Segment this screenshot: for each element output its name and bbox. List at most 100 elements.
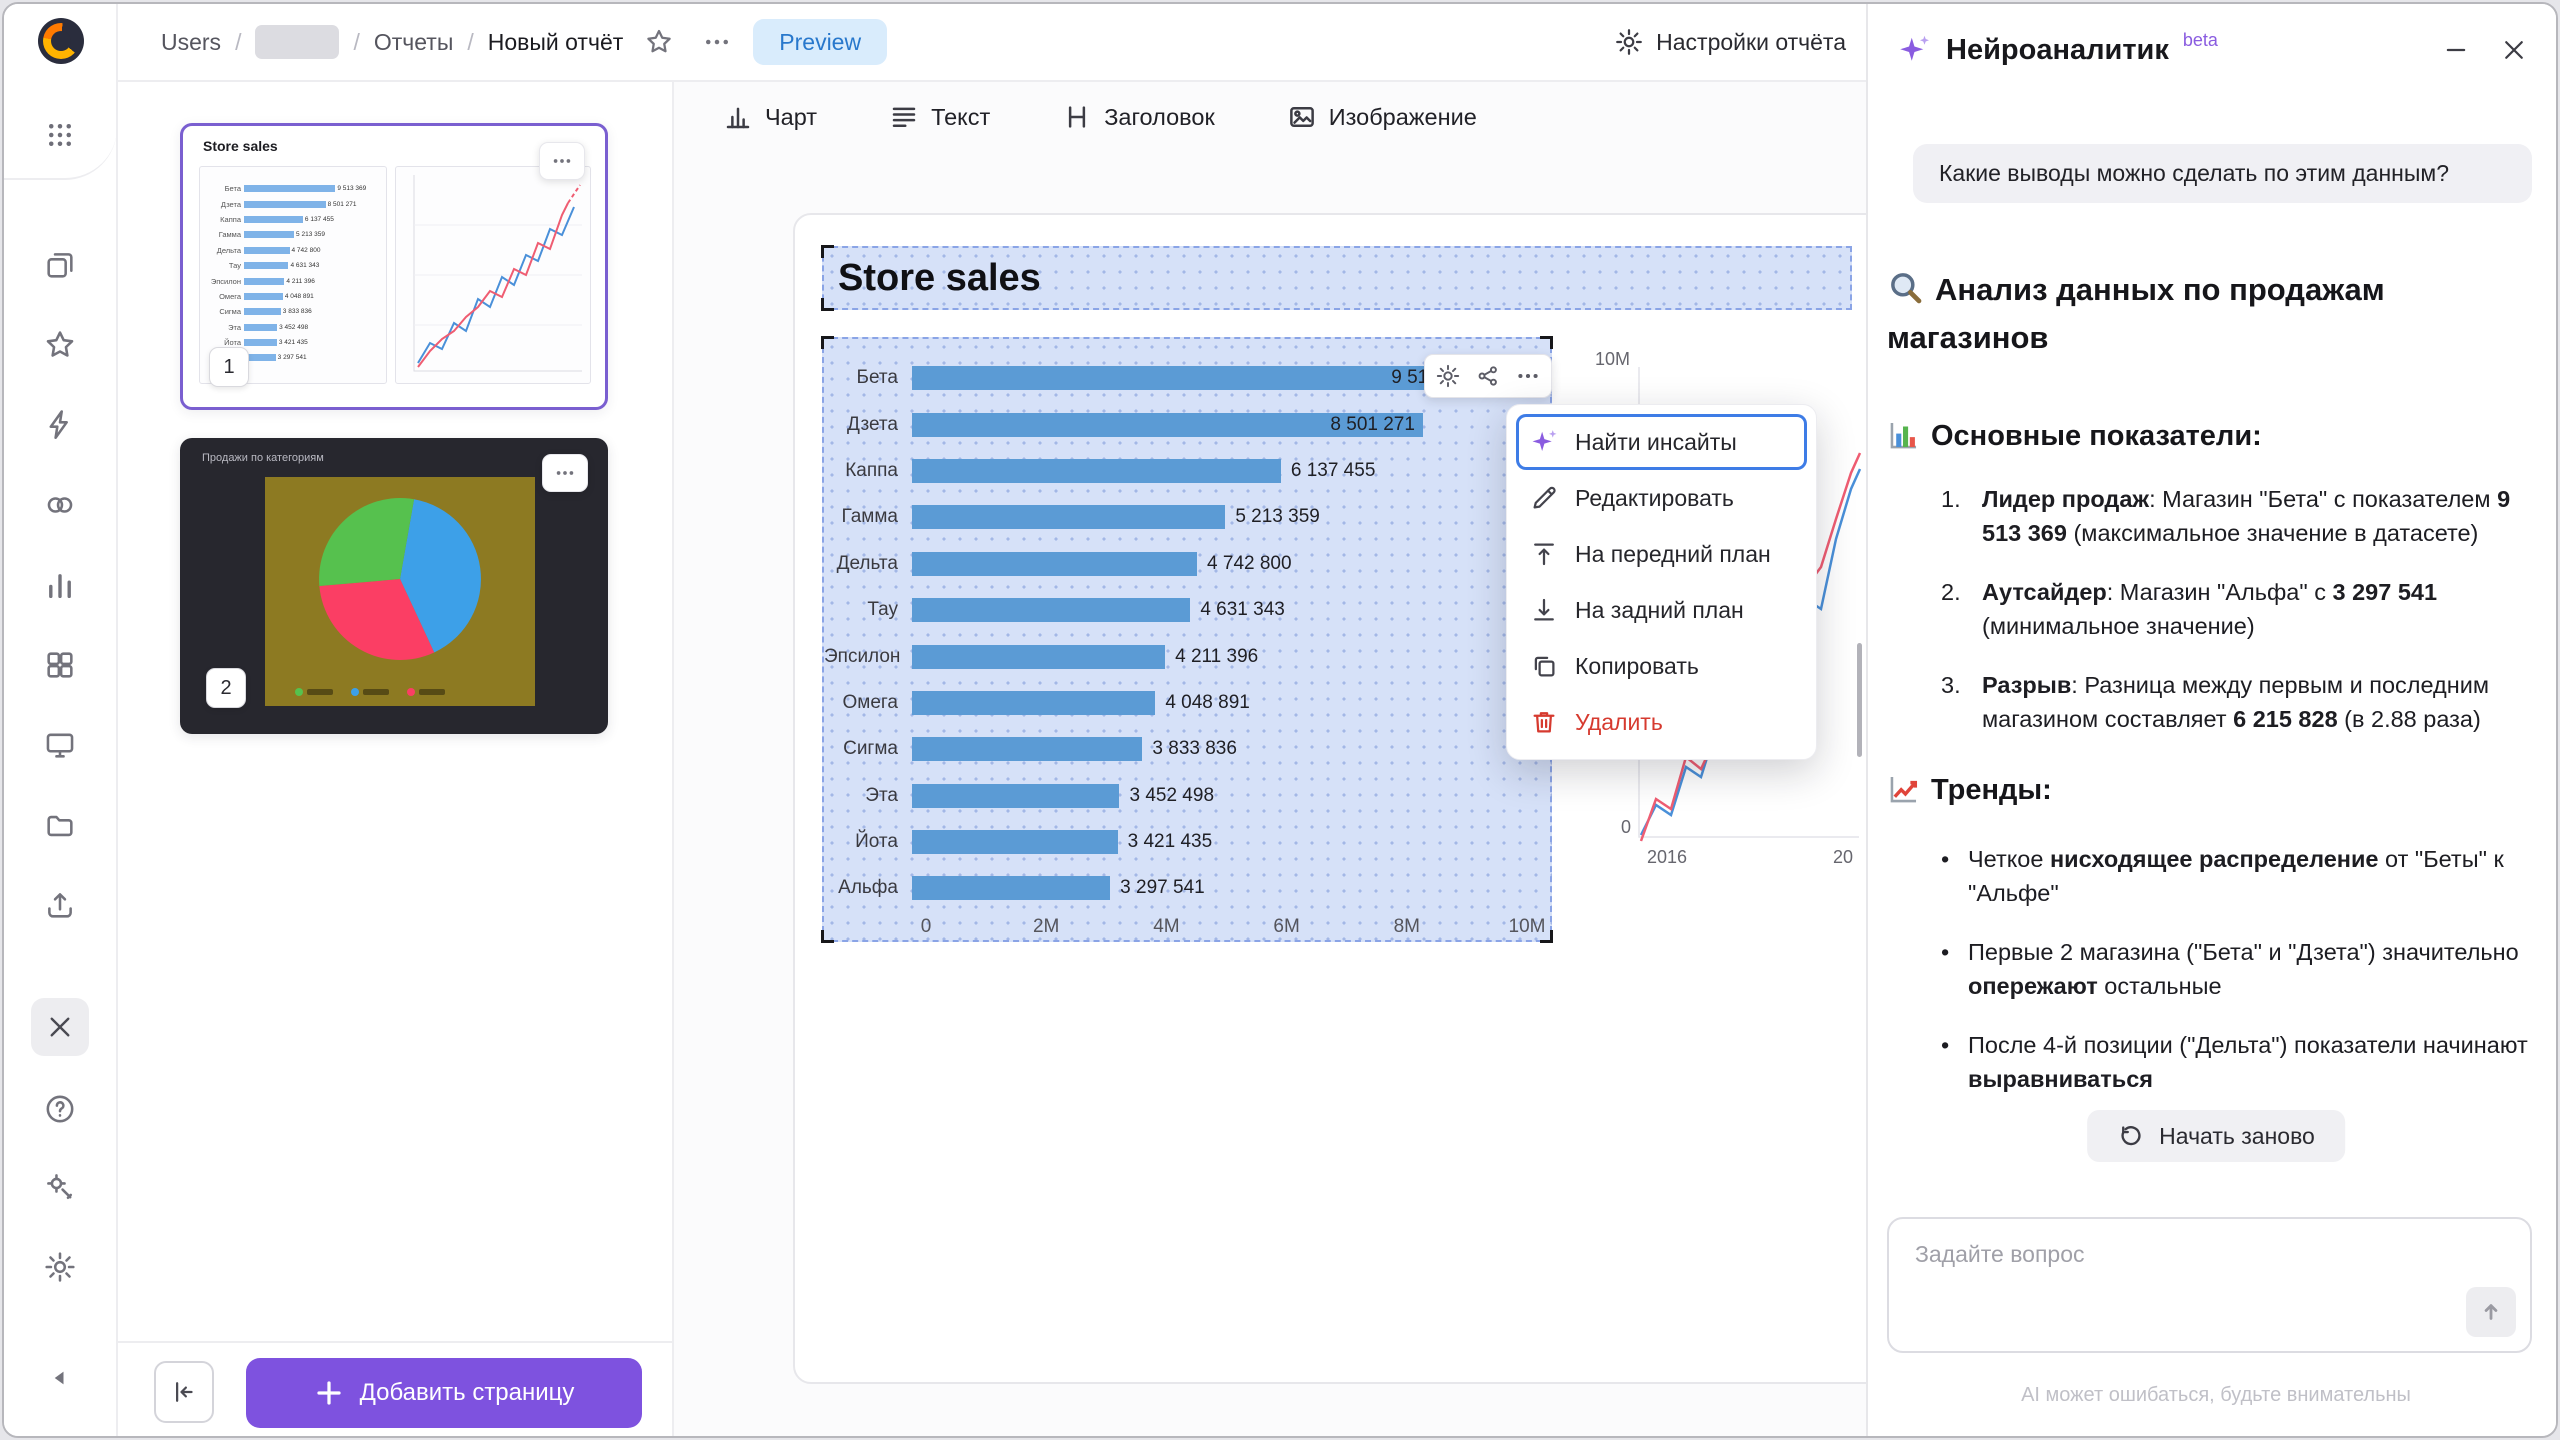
trash-icon [1529, 707, 1559, 737]
context-menu-item-delete[interactable]: Удалить [1516, 694, 1807, 750]
widget-settings-icon[interactable] [1428, 358, 1468, 394]
bar [912, 737, 1142, 761]
question-input[interactable] [1889, 1219, 2530, 1295]
bar-value-label: 4 048 891 [1165, 692, 1250, 714]
bar-row: Омега4 048 891 [824, 680, 1550, 726]
x-axis-tick: 0 [921, 916, 932, 938]
settings-gear-icon[interactable] [31, 1238, 89, 1296]
favorites-star-icon[interactable] [31, 316, 89, 374]
bar-row: Гамма5 213 359 [824, 494, 1550, 540]
trends-heading: Тренды: [1887, 772, 2534, 807]
sparkle-icon [1529, 427, 1559, 457]
widget-relations-icon[interactable] [1468, 358, 1508, 394]
connections-lightning-icon[interactable] [31, 396, 89, 454]
workbooks-folder-icon[interactable] [31, 796, 89, 854]
add-page-button[interactable]: Добавить страницу [246, 1358, 642, 1428]
datalens-logo[interactable] [38, 18, 84, 64]
close-nav-icon[interactable] [31, 998, 89, 1056]
tables-grid-icon[interactable] [31, 636, 89, 694]
x-axis-tick: 6M [1273, 916, 1299, 938]
bar [912, 876, 1110, 900]
report-settings-button[interactable]: Настройки отчёта [1614, 27, 1866, 57]
bar-category-label: Дельта [824, 553, 912, 575]
bar-chart-widget[interactable]: Бета9 513 369Дзета8 501 271Каппа6 137 45… [822, 337, 1552, 942]
add-text-button[interactable]: Текст [889, 102, 990, 132]
widget-controls [1424, 354, 1552, 398]
add-page-label: Добавить страницу [360, 1379, 575, 1407]
bar-row: Йота3 421 435 [824, 819, 1550, 865]
trends-item: Первые 2 магазина ("Бета" и "Дзета") зна… [1941, 935, 2534, 1003]
upload-icon[interactable] [31, 876, 89, 934]
mini-bar-row: Дельта4 742 800 [204, 243, 382, 258]
bar-row: Каппа6 137 455 [824, 448, 1550, 494]
x-axis-tick: 2M [1033, 916, 1059, 938]
bar-row: Эта3 452 498 [824, 773, 1550, 819]
context-menu-item-send-back[interactable]: На задний план [1516, 582, 1807, 638]
bar-chart-emoji [1887, 418, 1921, 452]
close-icon[interactable] [2492, 28, 2536, 72]
bar-value-label: 3 833 836 [1152, 738, 1237, 760]
bar-category-label: Эпсилон [824, 646, 912, 668]
apps-grid-icon[interactable] [31, 106, 89, 164]
add-image-button[interactable]: Изображение [1287, 102, 1477, 132]
mini-bar-row: Дзета8 501 271 [204, 196, 382, 211]
context-menu-item-copy[interactable]: Копировать [1516, 638, 1807, 694]
mini-bar-row: Тау4 631 343 [204, 258, 382, 273]
header-widget[interactable]: Store sales [822, 246, 1852, 310]
report-page: Store sales Бета9 513 369Дзета8 501 271К… [793, 213, 1866, 1384]
trends-item: Четкое нисходящее распределение от "Беты… [1941, 842, 2534, 910]
bar-row: Эпсилон4 211 396 [824, 633, 1550, 679]
metrics-item: Разрыв: Разница между первым и последним… [1941, 668, 2534, 736]
canvas-scrollbar[interactable] [1857, 643, 1862, 757]
ai-disclaimer: AI может ошибаться, будьте внимательны [1868, 1384, 2558, 1407]
breadcrumb-users[interactable]: Users [161, 29, 221, 56]
bar-value-label: 3 452 498 [1129, 785, 1214, 807]
pages-panel: Store sales Бета9 513 369Дзета8 501 271К… [118, 82, 674, 1438]
panel-divider [118, 1341, 672, 1343]
help-icon[interactable] [31, 1080, 89, 1138]
bring-to-front-icon [1529, 539, 1559, 569]
bar-category-label: Каппа [824, 460, 912, 482]
collections-icon[interactable] [31, 236, 89, 294]
favorite-star-icon[interactable] [637, 20, 681, 64]
breadcrumb-reports[interactable]: Отчеты [374, 29, 454, 56]
more-actions-icon[interactable] [695, 20, 739, 64]
collapse-sidebar-icon[interactable] [31, 1349, 89, 1407]
thumbnail-menu-button[interactable] [539, 142, 585, 180]
breadcrumb-current: Новый отчёт [488, 29, 624, 56]
collapse-pages-panel-button[interactable] [154, 1361, 214, 1423]
send-to-back-icon [1529, 595, 1559, 625]
context-menu-item-insights[interactable]: Найти инсайты [1516, 414, 1807, 470]
trends-list: Четкое нисходящее распределение от "Беты… [1941, 842, 2534, 1121]
add-heading-button[interactable]: Заголовок [1062, 102, 1215, 132]
assistant-panel: Нейроаналитик beta Какие выводы можно сд… [1866, 4, 2558, 1438]
mini-bar-row: Каппа6 137 455 [204, 212, 382, 227]
bar [912, 505, 1225, 529]
widget-more-icon[interactable] [1508, 358, 1548, 394]
page-thumbnail-1[interactable]: Store sales Бета9 513 369Дзета8 501 271К… [180, 123, 608, 410]
copy-icon [1529, 651, 1559, 681]
metrics-item: Аутсайдер: Магазин "Альфа" с 3 297 541 (… [1941, 575, 2534, 643]
add-chart-button[interactable]: Чарт [723, 102, 817, 132]
mini-pie-chart [265, 477, 535, 706]
bar-value-label: 8 501 271 [1330, 414, 1415, 436]
thumbnail-title: Продажи по категориям [202, 452, 324, 464]
bar-value-label: 4 631 343 [1200, 599, 1285, 621]
context-menu-item-bring-front[interactable]: На передний план [1516, 526, 1807, 582]
breadcrumb-redacted [255, 25, 339, 59]
thumbnail-menu-button[interactable] [542, 454, 588, 492]
bar-category-label: Сигма [824, 738, 912, 760]
send-icon[interactable] [2466, 1287, 2516, 1337]
dashboards-monitor-icon[interactable] [31, 716, 89, 774]
charts-icon[interactable] [31, 556, 89, 614]
minimize-icon[interactable] [2434, 28, 2478, 72]
bar-value-label: 5 213 359 [1235, 506, 1320, 528]
restart-button[interactable]: Начать заново [2087, 1110, 2345, 1162]
page-thumbnail-2[interactable]: Продажи по категориям 2 [180, 438, 608, 734]
chart-increasing-emoji [1887, 772, 1921, 806]
preview-button[interactable]: Preview [753, 19, 887, 65]
datasets-rings-icon[interactable] [31, 476, 89, 534]
context-menu-item-edit[interactable]: Редактировать [1516, 470, 1807, 526]
service-settings-icon[interactable] [31, 1158, 89, 1216]
bar-category-label: Йота [824, 831, 912, 853]
